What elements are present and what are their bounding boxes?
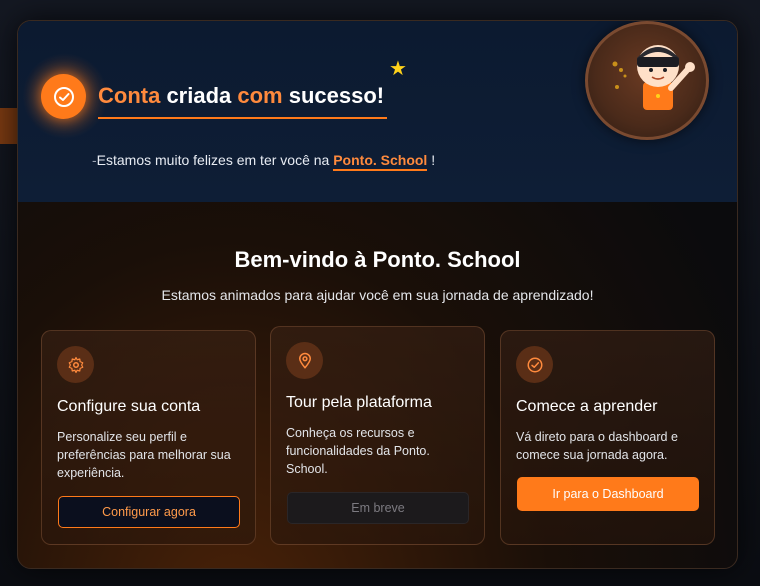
title-word-criada: criada xyxy=(160,83,238,108)
title-word-sucesso: sucesso! xyxy=(282,83,385,108)
success-title: Conta criada com sucesso! xyxy=(98,83,384,109)
card-start-learning: Comece a aprender Vá direto para o dashb… xyxy=(500,330,715,545)
go-to-dashboard-button[interactable]: Ir para o Dashboard xyxy=(517,477,699,511)
configure-now-button[interactable]: Configurar agora xyxy=(58,496,240,528)
card-text: Vá direto para o dashboard e comece sua … xyxy=(516,430,678,462)
card-configure-account: Configure sua conta Personalize seu perf… xyxy=(41,330,256,545)
card-text: Personalize seu perfil e preferências pa… xyxy=(57,430,231,480)
mascot-icon xyxy=(612,45,695,110)
title-word-conta: Conta xyxy=(98,83,161,108)
subtitle-text: Estamos muito felizes em ter você na xyxy=(96,152,334,168)
card-text: Conheça os recursos e funcionalidades da… xyxy=(286,426,430,476)
coming-soon-button[interactable]: Em breve xyxy=(287,492,469,524)
title-underline xyxy=(98,117,387,119)
subtitle-brand: Ponto. School xyxy=(333,152,428,171)
success-subtitle: -Estamos muito felizes em ter você na Po… xyxy=(92,152,436,171)
subtitle-exclaim: ! xyxy=(427,152,436,168)
card-title: Configure sua conta xyxy=(57,398,201,415)
title-word-com: com xyxy=(237,83,283,108)
star-icon: ★ xyxy=(389,58,407,80)
welcome-subtitle: Estamos animados para ajudar você em sua… xyxy=(161,287,594,303)
modal-header: Conta criada com sucesso! ★ -Estamos mui… xyxy=(18,21,737,202)
welcome-title: Bem-vindo à Ponto. School xyxy=(234,247,521,272)
background-accent xyxy=(0,108,18,144)
gear-icon xyxy=(57,346,94,383)
card-title: Comece a aprender xyxy=(516,398,658,415)
card-platform-tour: Tour pela plataforma Conheça os recursos… xyxy=(270,326,485,545)
card-title: Tour pela plataforma xyxy=(286,394,432,411)
check-circle-icon xyxy=(516,346,553,383)
success-modal: Conta criada com sucesso! ★ -Estamos mui… xyxy=(17,20,738,569)
map-pin-icon xyxy=(286,342,323,379)
success-check-icon xyxy=(41,74,86,119)
